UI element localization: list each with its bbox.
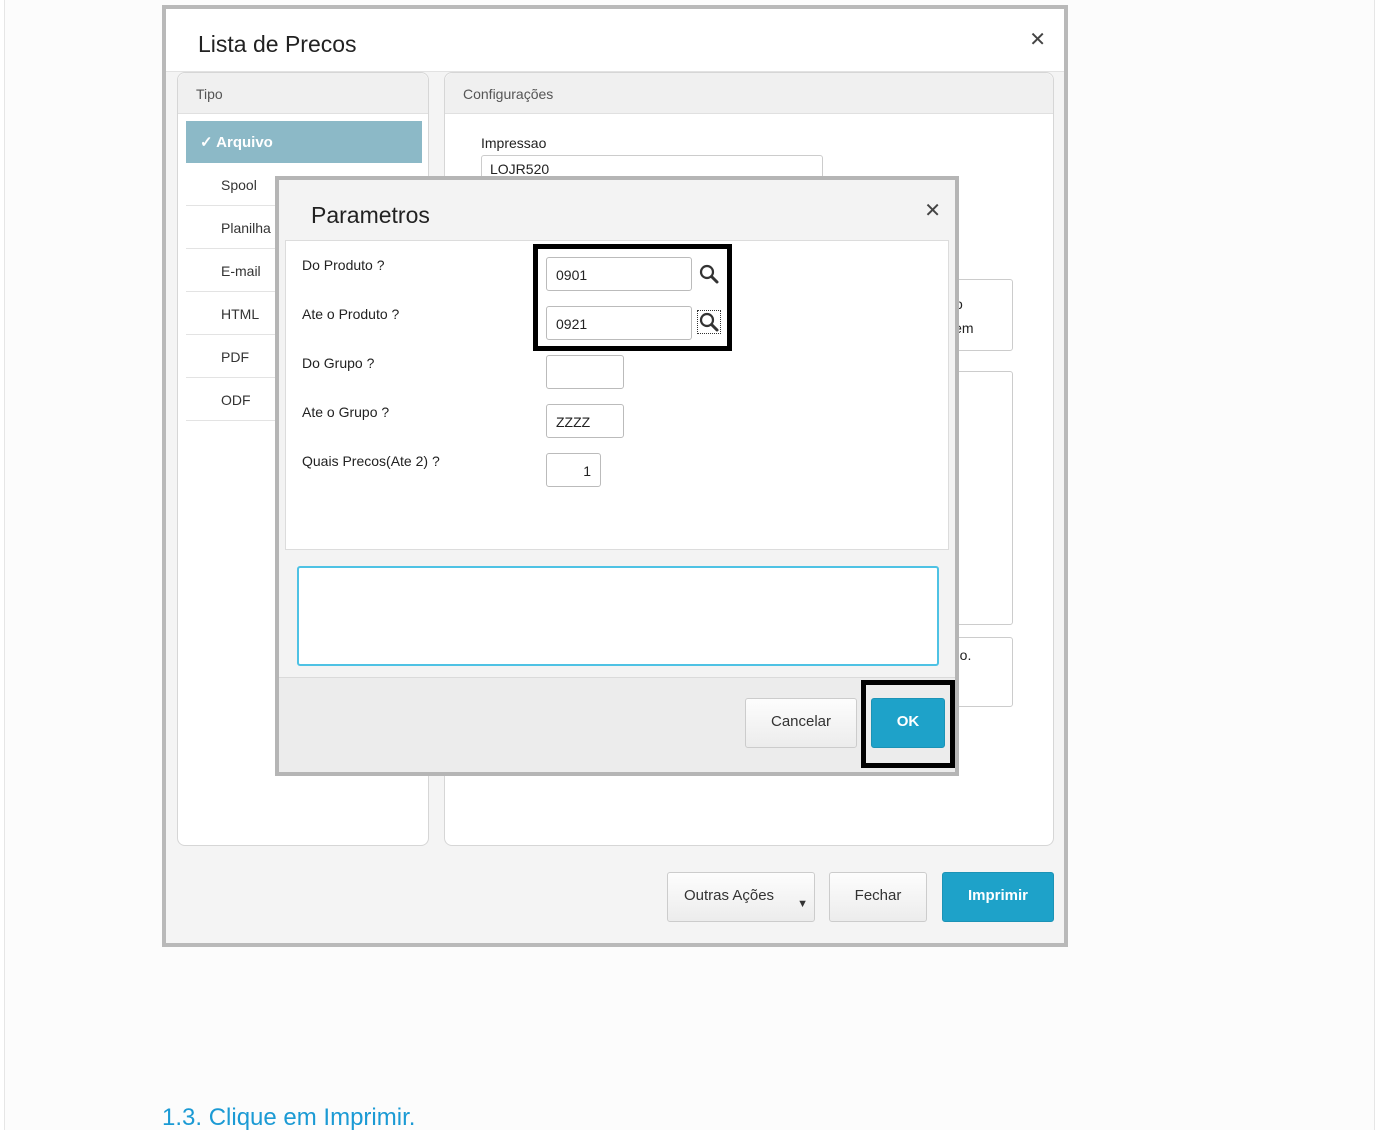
instruction-caption: 1.3. Clique em Imprimir.: [162, 1104, 416, 1131]
inner-dialog-title: Parametros: [311, 202, 430, 228]
do-grupo-label: Do Grupo ?: [302, 355, 375, 371]
tipo-item-label: E-mail: [221, 263, 261, 279]
inner-footer: Cancelar OK: [279, 677, 955, 772]
tipo-item-label: HTML: [221, 306, 260, 322]
configuracoes-header-label: Configurações: [463, 86, 554, 102]
ate-o-produto-label: Ate o Produto ?: [302, 306, 400, 322]
outras-acoes-label: Outras Ações: [684, 887, 775, 904]
imprimir-button[interactable]: Imprimir: [942, 872, 1054, 922]
tipo-item-label: PDF: [221, 349, 249, 365]
tipo-item-label: Spool: [221, 177, 257, 193]
highlight-produto-fields: [533, 244, 732, 351]
outer-title-bar: Lista de Precos ✕: [166, 9, 1064, 72]
quais-precos-value: 1: [583, 463, 591, 479]
close-icon[interactable]: ✕: [924, 198, 941, 223]
outer-footer: Outras Ações ▼ Fechar Imprimir: [166, 851, 1064, 943]
info-text-area: [297, 566, 939, 666]
tipo-item-arquivo[interactable]: ✓ Arquivo: [186, 121, 422, 163]
ate-o-grupo-input[interactable]: ZZZZ: [546, 404, 624, 438]
close-icon[interactable]: ✕: [1029, 27, 1046, 52]
do-grupo-input[interactable]: [546, 355, 624, 389]
ate-o-grupo-value: ZZZZ: [556, 414, 591, 430]
do-produto-label: Do Produto ?: [302, 257, 385, 273]
fechar-button[interactable]: Fechar: [829, 872, 927, 922]
impressao-label: Impressao: [481, 135, 547, 151]
tipo-item-label: ODF: [221, 392, 251, 408]
configuracoes-header: Configurações: [445, 73, 1053, 114]
outras-acoes-button[interactable]: Outras Ações ▼: [667, 872, 815, 922]
outer-dialog-title: Lista de Precos: [198, 31, 357, 57]
quais-precos-label: Quais Precos(Ate 2) ?: [302, 453, 440, 469]
quais-precos-input[interactable]: 1: [546, 453, 601, 487]
tipo-item-label: Planilha: [221, 220, 271, 236]
chevron-down-icon: ▼: [797, 898, 808, 910]
tipo-header-label: Tipo: [196, 86, 223, 102]
cancelar-button[interactable]: Cancelar: [745, 698, 857, 748]
ate-o-grupo-label: Ate o Grupo ?: [302, 404, 390, 420]
tipo-header: Tipo: [178, 73, 428, 114]
impressao-value: LOJR520: [490, 161, 550, 177]
tipo-item-label: ✓ Arquivo: [200, 134, 273, 151]
highlight-ok-button: [861, 680, 955, 768]
